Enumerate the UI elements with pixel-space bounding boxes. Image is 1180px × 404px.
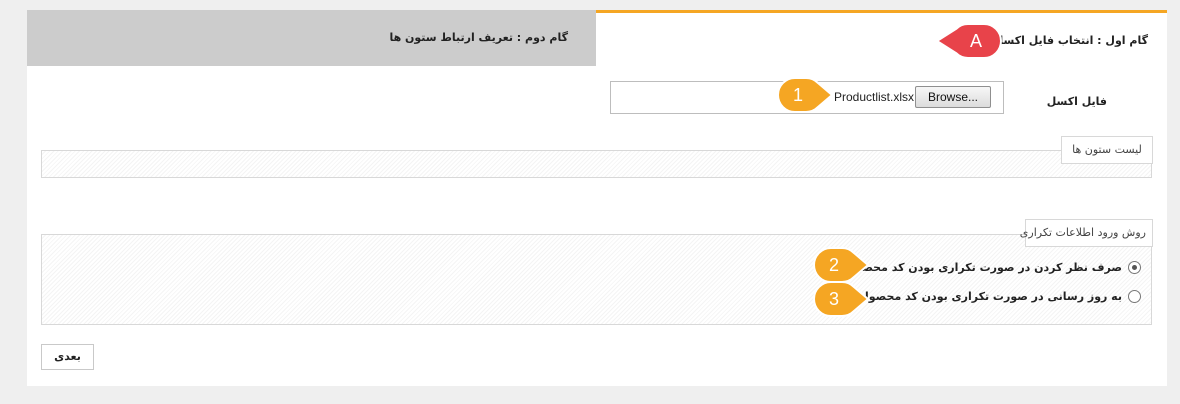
radio-option-update[interactable]: به روز رسانی در صورت تکراری بودن کد محصو… <box>859 288 1141 304</box>
tab-step2-label: گام دوم : تعریف ارتباط ستون ها <box>389 31 568 44</box>
callout-label: 3 <box>828 289 839 309</box>
callout-label: 2 <box>828 255 839 275</box>
import-panel: گام دوم : تعریف ارتباط ستون ها گام اول :… <box>27 10 1167 386</box>
callout-marker-3: 3 <box>813 281 884 317</box>
browse-button[interactable]: Browse... <box>915 86 991 108</box>
tab-step1-label: گام اول : انتخاب فایل اکسل <box>993 34 1148 47</box>
tab-step2[interactable]: گام دوم : تعریف ارتباط ستون ها <box>27 10 596 66</box>
columns-list-fieldset <box>41 150 1152 178</box>
duplicate-method-fieldset <box>41 234 1152 325</box>
duplicate-method-legend: روش ورود اطلاعات تکراری <box>1020 219 1153 247</box>
radio-update[interactable] <box>1128 289 1141 303</box>
radio-option-skip[interactable]: صرف نظر کردن در صورت تکراری بودن کد محصو… <box>846 259 1141 275</box>
callout-marker-1: 1 <box>777 77 848 113</box>
columns-list-legend: لیست ستون ها <box>1061 136 1153 164</box>
radio-update-label[interactable]: به روز رسانی در صورت تکراری بودن کد محصو… <box>859 290 1122 303</box>
callout-marker-2: 2 <box>813 247 884 283</box>
callout-label: 1 <box>792 85 803 105</box>
next-button[interactable]: بعدی <box>41 344 94 370</box>
radio-skip[interactable] <box>1128 260 1141 274</box>
callout-label: A <box>969 31 982 51</box>
excel-file-label: فایل اکسل <box>1046 95 1107 108</box>
callout-marker-a: A <box>935 23 1007 59</box>
radio-skip-label[interactable]: صرف نظر کردن در صورت تکراری بودن کد محصو… <box>846 261 1122 274</box>
tab-step1[interactable]: گام اول : انتخاب فایل اکسل <box>596 10 1167 66</box>
